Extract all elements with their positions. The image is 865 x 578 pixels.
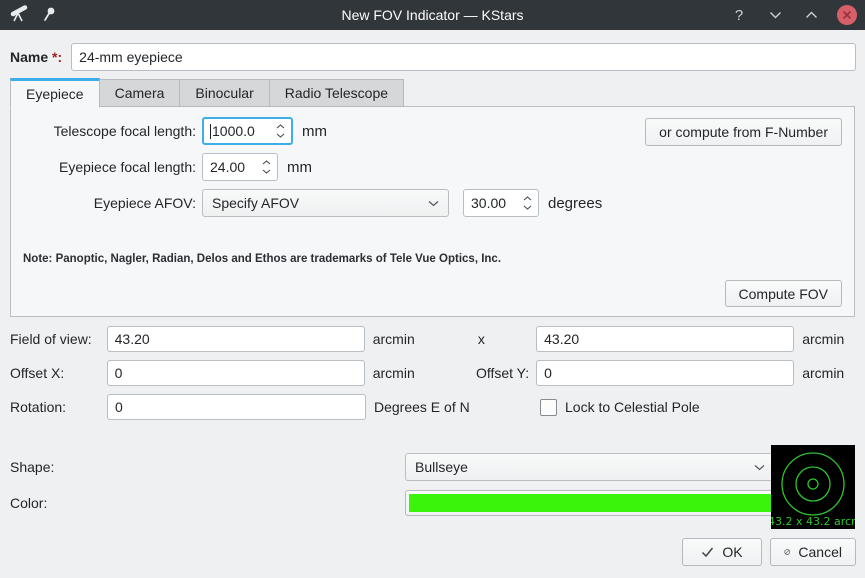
checkmark-icon (701, 546, 714, 558)
spin-up-icon (262, 160, 271, 165)
eyepiece-focal-length-label: Eyepiece focal length: (11, 159, 196, 175)
rotation-input[interactable] (107, 394, 366, 420)
shape-label: Shape: (10, 459, 54, 475)
preview-caption: 43.2 x 43.2 arcmin (771, 515, 855, 528)
tab-bar: Eyepiece Camera Binocular Radio Telescop… (10, 78, 404, 107)
afov-degrees-spinbox[interactable]: 30.00 (463, 189, 539, 217)
fov-preview: 43.2 x 43.2 arcmin (771, 445, 855, 529)
pin-icon[interactable] (42, 6, 57, 25)
tab-eyepiece[interactable]: Eyepiece (10, 78, 100, 108)
name-row: Name *: (10, 43, 856, 71)
field-of-view-row: Field of view: arcmin x arcmin (10, 326, 856, 352)
color-label: Color: (10, 495, 47, 511)
spin-down-icon (262, 169, 271, 174)
rotation-label: Rotation: (10, 399, 107, 415)
lock-celestial-pole-label: Lock to Celestial Pole (565, 399, 700, 415)
titlebar[interactable]: New FOV Indicator — KStars ? (0, 0, 865, 30)
offset-y-label: Offset Y: (427, 365, 537, 381)
offset-y-unit: arcmin (802, 365, 856, 381)
compute-fov-button[interactable]: Compute FOV (725, 280, 842, 307)
compute-from-fnumber-button[interactable]: or compute from F-Number (645, 118, 842, 146)
fov-y-input[interactable] (536, 326, 794, 352)
spin-down-icon (276, 133, 285, 138)
eyepiece-focal-unit: mm (287, 159, 312, 176)
bullseye-icon (771, 445, 855, 523)
rotation-row: Rotation: Degrees E of N Lock to Celesti… (10, 394, 856, 420)
eyepiece-focal-length-spinbox[interactable]: 24.00 (202, 153, 278, 181)
telescope-focal-length-spinbox[interactable]: 1000.0 (202, 117, 293, 145)
spin-up-icon (523, 196, 532, 201)
text-caret (210, 124, 211, 139)
cancel-icon (784, 545, 790, 559)
telescope-focal-length-label: Telescope focal length: (11, 123, 196, 139)
fov-y-unit: arcmin (802, 331, 856, 347)
name-label: Name *: (10, 49, 62, 65)
shape-select[interactable]: Bullseye (405, 453, 775, 481)
kstars-app-icon (8, 4, 30, 26)
eyepiece-afov-label: Eyepiece AFOV: (11, 195, 196, 211)
eyepiece-tab-panel: Telescope focal length: 1000.0 mm or com… (10, 106, 855, 317)
spinner-arrows[interactable] (270, 124, 291, 138)
chevron-down-icon (428, 200, 439, 207)
minimize-button[interactable] (765, 5, 785, 25)
telescope-focal-unit: mm (302, 123, 327, 140)
trademark-note: Note: Panoptic, Nagler, Radian, Delos an… (23, 253, 501, 265)
afov-select[interactable]: Specify AFOV (202, 189, 449, 217)
afov-unit: degrees (548, 195, 602, 212)
close-button[interactable] (837, 5, 857, 25)
name-input[interactable] (71, 43, 856, 71)
lock-celestial-pole-checkbox[interactable]: Lock to Celestial Pole (540, 399, 700, 416)
dialog-footer: OK Cancel (682, 538, 856, 566)
color-swatch (409, 494, 771, 512)
color-row: Color: (10, 490, 856, 516)
chevron-down-icon (754, 464, 765, 471)
tab-radio-telescope[interactable]: Radio Telescope (270, 79, 404, 107)
maximize-button[interactable] (801, 5, 821, 25)
offset-x-input[interactable] (107, 360, 365, 386)
help-button[interactable]: ? (729, 5, 749, 25)
shape-row: Shape: Bullseye (10, 453, 856, 481)
fov-x-unit: arcmin (373, 331, 427, 347)
new-fov-indicator-dialog: New FOV Indicator — KStars ? Name *: Eye… (0, 0, 865, 578)
checkbox-box[interactable] (540, 399, 557, 416)
rotation-unit: Degrees E of N (374, 399, 530, 415)
fov-x-input[interactable] (107, 326, 365, 352)
tab-camera[interactable]: Camera (100, 79, 181, 107)
ok-button[interactable]: OK (682, 538, 762, 566)
spinner-arrows[interactable] (256, 160, 277, 174)
offset-x-unit: arcmin (373, 365, 427, 381)
window-title: New FOV Indicator — KStars (168, 7, 697, 23)
offset-x-label: Offset X: (10, 365, 107, 381)
field-of-view-label: Field of view: (10, 331, 107, 347)
offset-row: Offset X: arcmin Offset Y: arcmin (10, 360, 856, 386)
fov-separator: x (427, 331, 537, 347)
tab-binocular[interactable]: Binocular (180, 79, 269, 107)
spin-down-icon (523, 205, 532, 210)
cancel-button[interactable]: Cancel (770, 538, 856, 566)
spin-up-icon (276, 124, 285, 129)
offset-y-input[interactable] (536, 360, 794, 386)
spinner-arrows[interactable] (517, 196, 538, 210)
color-picker-button[interactable] (405, 490, 775, 516)
